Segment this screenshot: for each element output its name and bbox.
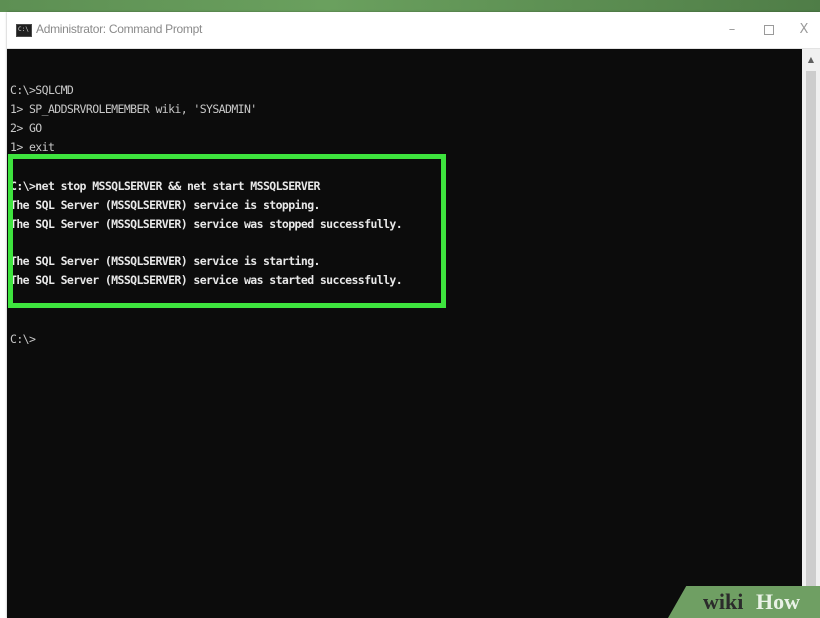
wikihow-watermark: wiki How: [668, 586, 820, 618]
close-button[interactable]: X: [790, 18, 818, 42]
console-line: C:\>SQLCMD: [10, 83, 74, 97]
minimize-button[interactable]: –: [718, 18, 746, 42]
command-prompt-window: C:\ Administrator: Command Prompt – X C:…: [7, 12, 820, 618]
vertical-scrollbar[interactable]: ▲: [802, 49, 820, 618]
console-output[interactable]: C:\>SQLCMD 1> SP_ADDSRVROLEMEMBER wiki, …: [7, 49, 802, 618]
console-line: 1> exit: [10, 140, 55, 154]
minimize-icon: –: [728, 22, 736, 37]
maximize-button[interactable]: [755, 18, 783, 42]
app-icon-glyph: C:\: [18, 26, 29, 33]
close-icon: X: [799, 22, 809, 37]
screenshot-stage: C:\ Administrator: Command Prompt – X C:…: [0, 0, 820, 618]
watermark-how: How: [756, 589, 800, 614]
watermark-wiki: wiki: [703, 589, 744, 614]
console-prompt: C:\>: [10, 332, 36, 346]
console-line: 2> GO: [10, 121, 42, 135]
title-bar[interactable]: C:\ Administrator: Command Prompt – X: [7, 12, 820, 49]
background-strip: [0, 0, 820, 12]
scroll-up-arrow-icon[interactable]: ▲: [806, 55, 816, 65]
console-line: 1> SP_ADDSRVROLEMEMBER wiki, 'SYSADMIN': [10, 102, 257, 116]
maximize-icon: [764, 24, 774, 35]
window-title: Administrator: Command Prompt: [36, 22, 203, 36]
highlight-box: [8, 154, 446, 308]
scrollbar-thumb[interactable]: [806, 71, 816, 609]
command-prompt-icon: C:\: [16, 24, 32, 37]
